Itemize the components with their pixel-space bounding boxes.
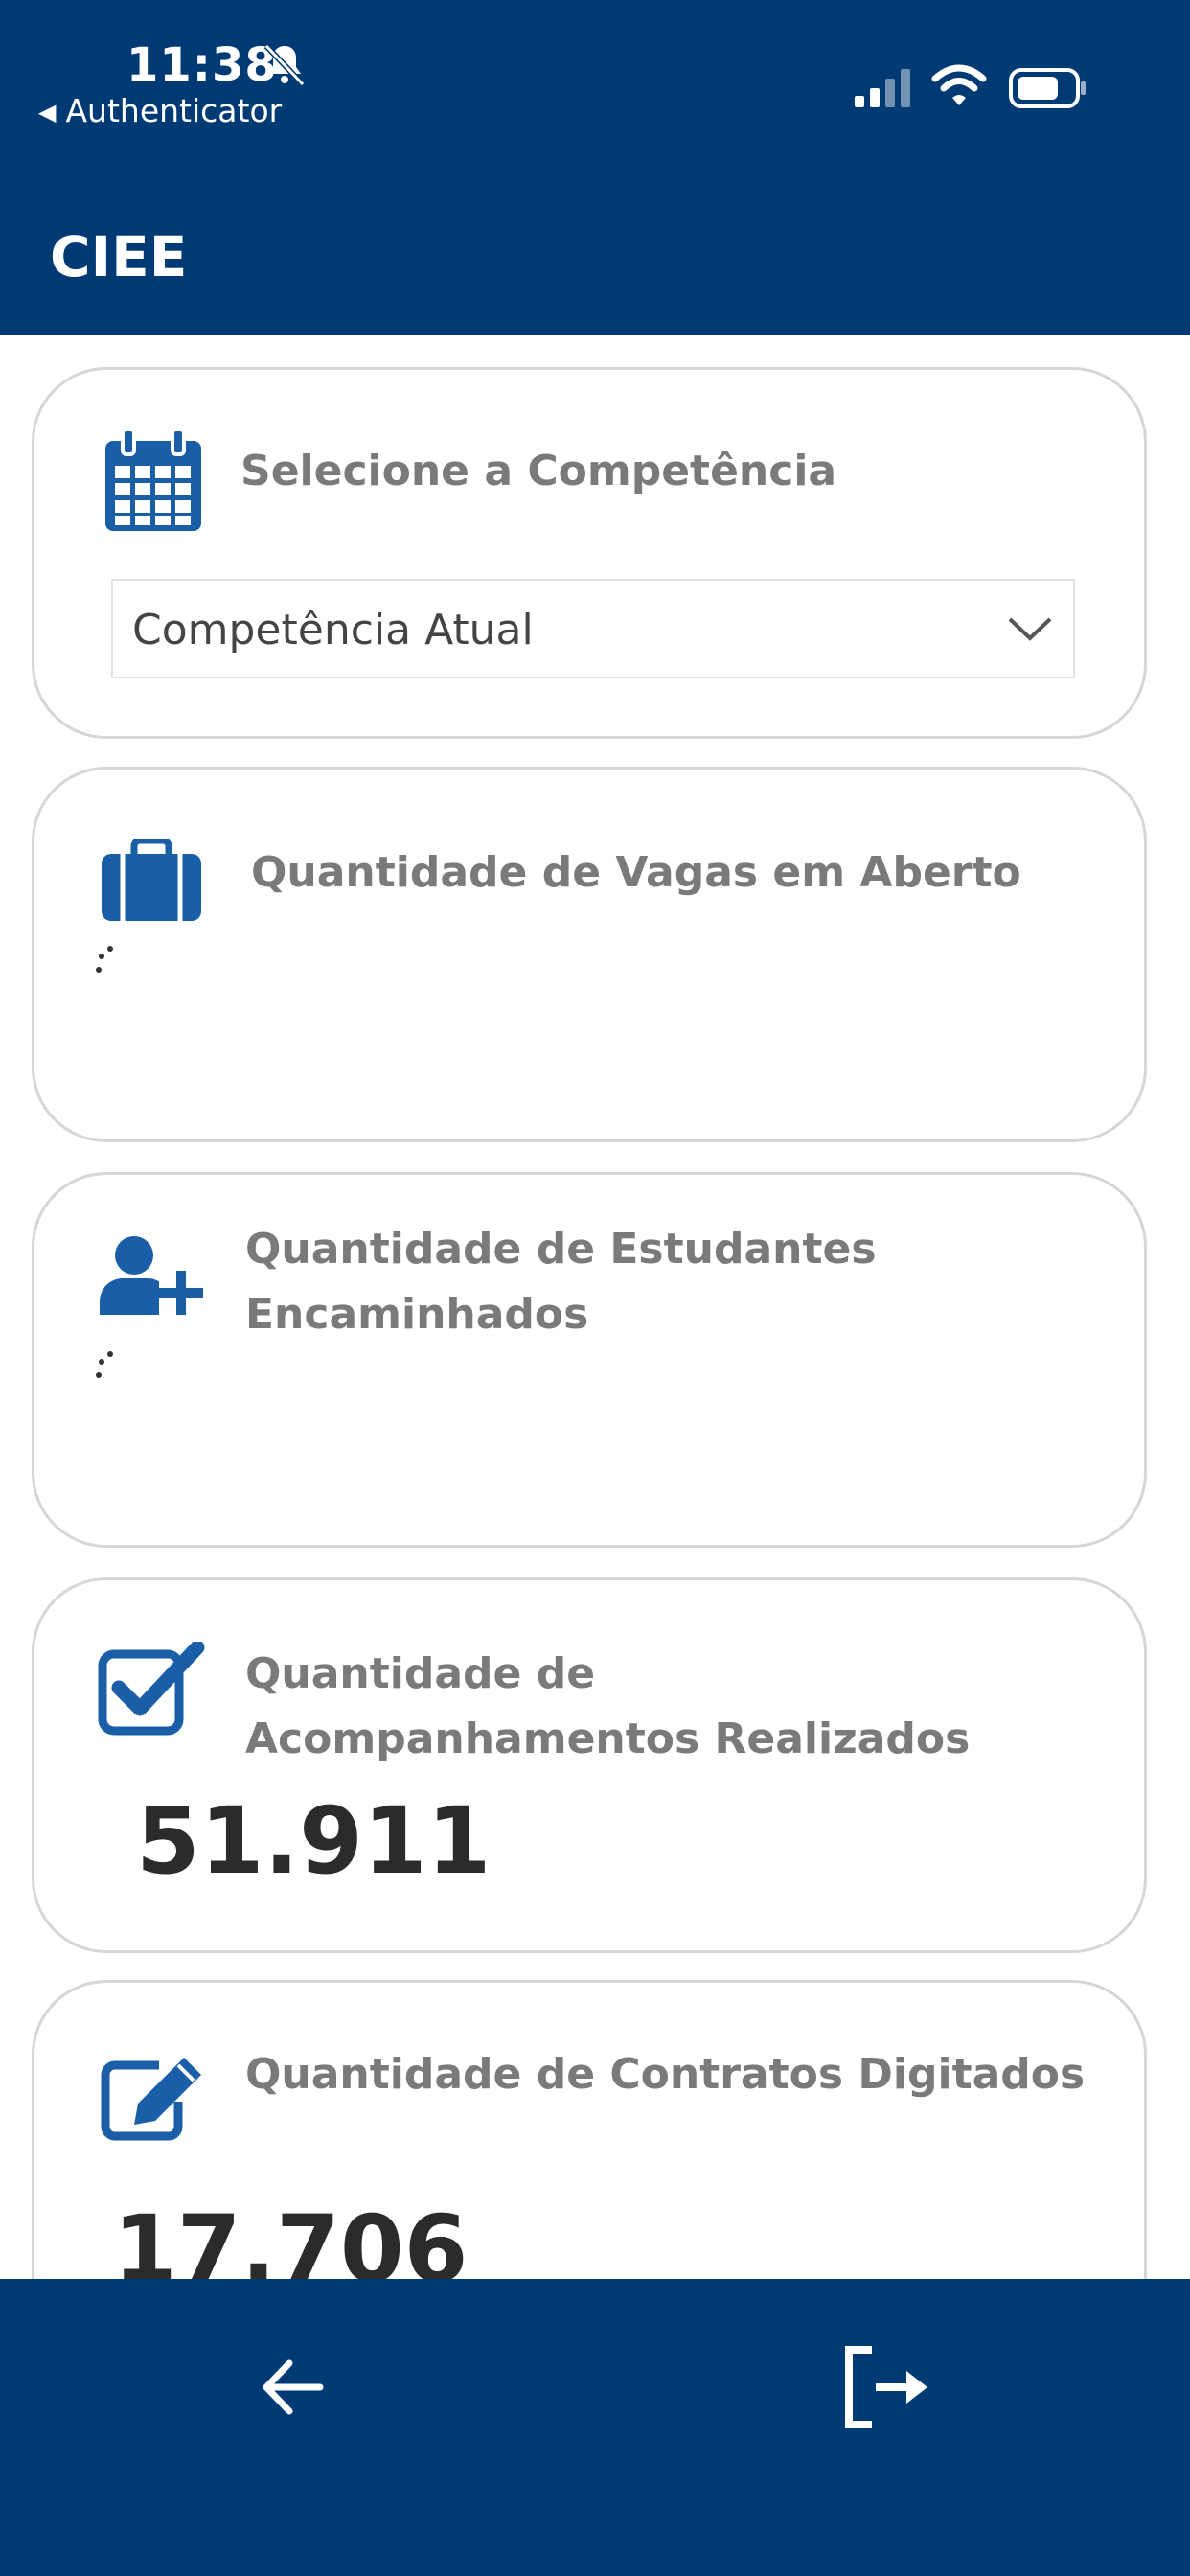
acompanhamentos-card: Quantidade de Acompanhamentos Realizados… [32,1577,1147,1953]
acompanhamentos-title: Quantidade de Acompanhamentos Realizados [245,1649,971,1763]
status-time: 11:38 [126,38,278,92]
vagas-card: Quantidade de Vagas em Aberto [32,767,1147,1142]
bell-slash-icon [263,43,306,87]
loading-spinner-icon [96,1349,125,1397]
battery-icon [1009,68,1086,108]
add-user-icon [100,1236,203,1317]
back-to-app-link[interactable]: ◀ Authenticator [38,92,282,129]
edit-icon [101,2058,201,2141]
acompanhamentos-value: 51.911 [136,1787,492,1895]
cellular-signal-icon [855,69,910,107]
arrow-left-icon[interactable] [259,2354,326,2421]
page-title: CIEE [50,224,188,289]
vagas-title: Quantidade de Vagas em Aberto [251,848,1021,897]
loading-spinner-icon [96,944,125,992]
competencia-title: Selecione a Competência [240,447,837,495]
competencia-card: Selecione a Competência Competência Atua… [32,367,1147,739]
back-triangle-icon: ◀ [38,99,57,126]
competencia-select[interactable]: Competência Atual [111,579,1075,678]
contratos-title: Quantidade de Contratos Digitados [245,2050,1086,2099]
checkbox-check-icon [98,1642,205,1736]
bottom-nav-bar [0,2279,1190,2576]
back-app-label: Authenticator [65,92,283,129]
wifi-icon [931,64,987,105]
competencia-selected-value: Competência Atual [132,606,534,655]
estudantes-title: Quantidade de Estudantes Encaminhados [245,1225,877,1339]
calendar-icon [105,427,201,531]
logout-icon[interactable] [843,2344,931,2430]
chevron-down-icon [1008,617,1052,641]
briefcase-icon [102,839,201,921]
app-header: 11:38 ◀ Authenticator CIEE [0,0,1190,335]
estudantes-card: Quantidade de Estudantes Encaminhados [32,1172,1147,1548]
